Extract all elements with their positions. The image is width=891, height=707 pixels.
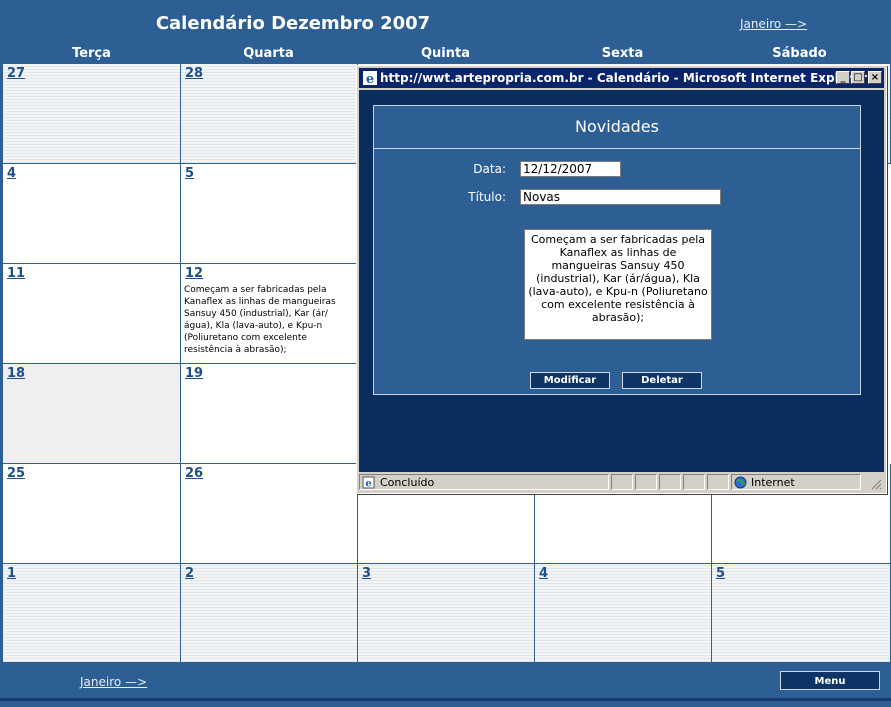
day-cell: 25	[3, 464, 181, 564]
maximize-icon[interactable]: □	[851, 71, 865, 84]
day-cell-with-event: 12 Começam a ser fabricadas pela Kanafle…	[181, 264, 358, 364]
date-field[interactable]: 12/12/2007	[520, 161, 621, 177]
next-month-link-top[interactable]: Janeiro —>	[740, 17, 807, 31]
day-cell: 19	[181, 364, 358, 464]
window-title: http://wwt.artepropria.com.br - Calendár…	[380, 71, 867, 85]
calendar-header: Calendário Dezembro 2007 Janeiro —> Terç…	[0, 0, 891, 64]
description-textarea[interactable]: Começam a ser fabricadas pela Kanaflex a…	[524, 229, 712, 340]
close-icon[interactable]: ×	[868, 71, 882, 84]
day-cell: 28	[181, 64, 358, 164]
resize-grip-icon[interactable]	[870, 478, 882, 493]
novidades-panel: Novidades Data: 12/12/2007 Título: Novas…	[373, 105, 861, 395]
day-number-link[interactable]: 3	[362, 566, 371, 581]
dayhead-quinta: Quinta	[420, 46, 470, 61]
status-pane	[683, 474, 705, 490]
day-cell: 11	[3, 264, 181, 364]
calendar-title: Calendário Dezembro 2007	[155, 13, 431, 34]
grid-left-border	[0, 64, 3, 663]
day-cell: 5	[712, 564, 891, 663]
day-cell: 4	[535, 564, 712, 663]
day-cell: 1	[3, 564, 181, 663]
day-number-link[interactable]: 12	[185, 266, 203, 281]
title-field[interactable]: Novas	[520, 189, 721, 205]
status-pane	[707, 474, 729, 490]
modify-button[interactable]: Modificar	[530, 372, 610, 389]
day-cell: 26	[181, 464, 358, 564]
footer-stripe	[0, 698, 891, 701]
popup-window: e http://wwt.artepropria.com.br - Calend…	[356, 65, 887, 494]
title-label: Título:	[468, 190, 506, 204]
status-text: Concluído	[380, 476, 435, 489]
day-number-link[interactable]: 26	[185, 466, 203, 481]
day-number-link[interactable]: 2	[185, 566, 194, 581]
status-pane	[635, 474, 657, 490]
day-cell: 2	[181, 564, 358, 663]
window-content: Novidades Data: 12/12/2007 Título: Novas…	[359, 90, 884, 472]
minimize-icon[interactable]: _	[836, 71, 850, 84]
dayhead-terca: Terça	[72, 46, 111, 61]
status-bar: e Concluído Internet	[359, 472, 884, 492]
page-icon: e	[362, 476, 375, 492]
status-cell: e Concluído	[359, 474, 609, 490]
day-number-link[interactable]: 25	[7, 466, 25, 481]
day-cell: 18	[3, 364, 181, 464]
day-number-link[interactable]: 1	[7, 566, 16, 581]
day-cell: 5	[181, 164, 358, 264]
calendar-footer: Janeiro —> Menu	[0, 663, 891, 707]
next-month-link-bottom[interactable]: Janeiro —>	[80, 675, 147, 689]
event-text[interactable]: Começam a ser fabricadas pela Kanaflex a…	[184, 284, 354, 356]
window-titlebar[interactable]: e http://wwt.artepropria.com.br - Calend…	[359, 68, 884, 88]
zone-text: Internet	[751, 476, 795, 489]
day-number-link[interactable]: 18	[7, 366, 25, 381]
dayhead-sabado: Sábado	[772, 46, 827, 61]
day-number-link[interactable]: 27	[7, 66, 25, 81]
day-number-link[interactable]: 5	[716, 566, 725, 581]
globe-icon	[734, 476, 747, 492]
status-pane	[611, 474, 633, 490]
day-cell: 4	[3, 164, 181, 264]
panel-heading: Novidades	[374, 106, 860, 149]
ie-icon: e	[363, 71, 377, 87]
day-cell: 3	[358, 564, 535, 663]
day-number-link[interactable]: 19	[185, 366, 203, 381]
day-number-link[interactable]: 4	[539, 566, 548, 581]
day-number-link[interactable]: 4	[7, 166, 16, 181]
day-cell: 27	[3, 64, 181, 164]
delete-button[interactable]: Deletar	[622, 372, 702, 389]
menu-button[interactable]: Menu	[780, 671, 880, 690]
dayhead-sexta: Sexta	[601, 46, 644, 61]
zone-cell: Internet	[731, 474, 861, 490]
svg-text:e: e	[366, 72, 374, 85]
day-number-link[interactable]: 28	[185, 66, 203, 81]
dayhead-quarta: Quarta	[243, 46, 294, 61]
date-label: Data:	[473, 162, 506, 176]
status-pane	[659, 474, 681, 490]
svg-text:e: e	[365, 479, 371, 490]
day-number-link[interactable]: 11	[7, 266, 25, 281]
day-number-link[interactable]: 5	[185, 166, 194, 181]
